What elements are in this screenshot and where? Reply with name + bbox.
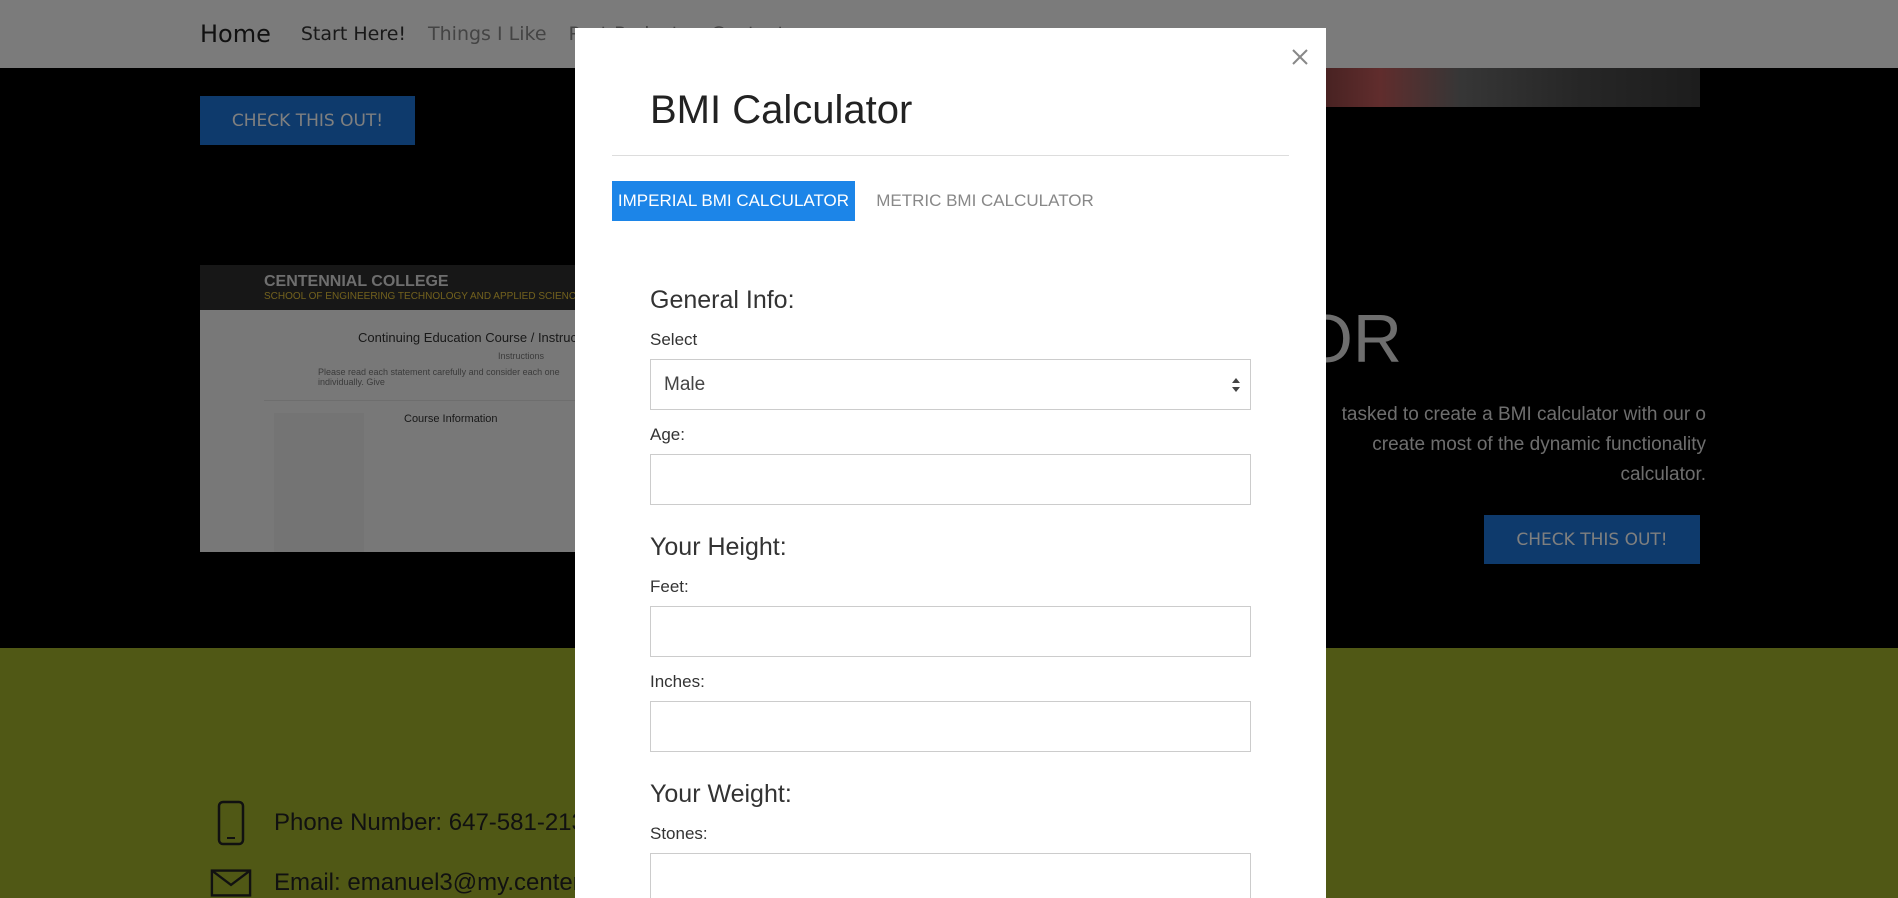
age-input[interactable] (650, 454, 1251, 505)
inches-input[interactable] (650, 701, 1251, 752)
height-heading: Your Height: (650, 533, 787, 561)
tab-imperial-bmi[interactable]: IMPERIAL BMI CALCULATOR (612, 181, 855, 221)
age-label: Age: (650, 425, 685, 444)
divider (612, 155, 1289, 156)
feet-label: Feet: (650, 577, 689, 596)
close-icon[interactable] (1285, 42, 1315, 72)
bmi-modal: BMI Calculator IMPERIAL BMI CALCULATOR M… (575, 28, 1326, 898)
select-label: Select (650, 330, 698, 349)
feet-input[interactable] (650, 606, 1251, 657)
stones-input[interactable] (650, 853, 1251, 898)
tab-metric-bmi[interactable]: METRIC BMI CALCULATOR (875, 181, 1095, 221)
gender-select-value: Male (664, 373, 706, 395)
stones-label: Stones: (650, 824, 708, 843)
general-info-heading: General Info: (650, 286, 795, 314)
modal-title: BMI Calculator (650, 88, 913, 132)
gender-select[interactable]: Male (650, 359, 1251, 410)
select-arrows-icon (1232, 377, 1240, 393)
inches-label: Inches: (650, 672, 705, 691)
weight-heading: Your Weight: (650, 780, 792, 808)
